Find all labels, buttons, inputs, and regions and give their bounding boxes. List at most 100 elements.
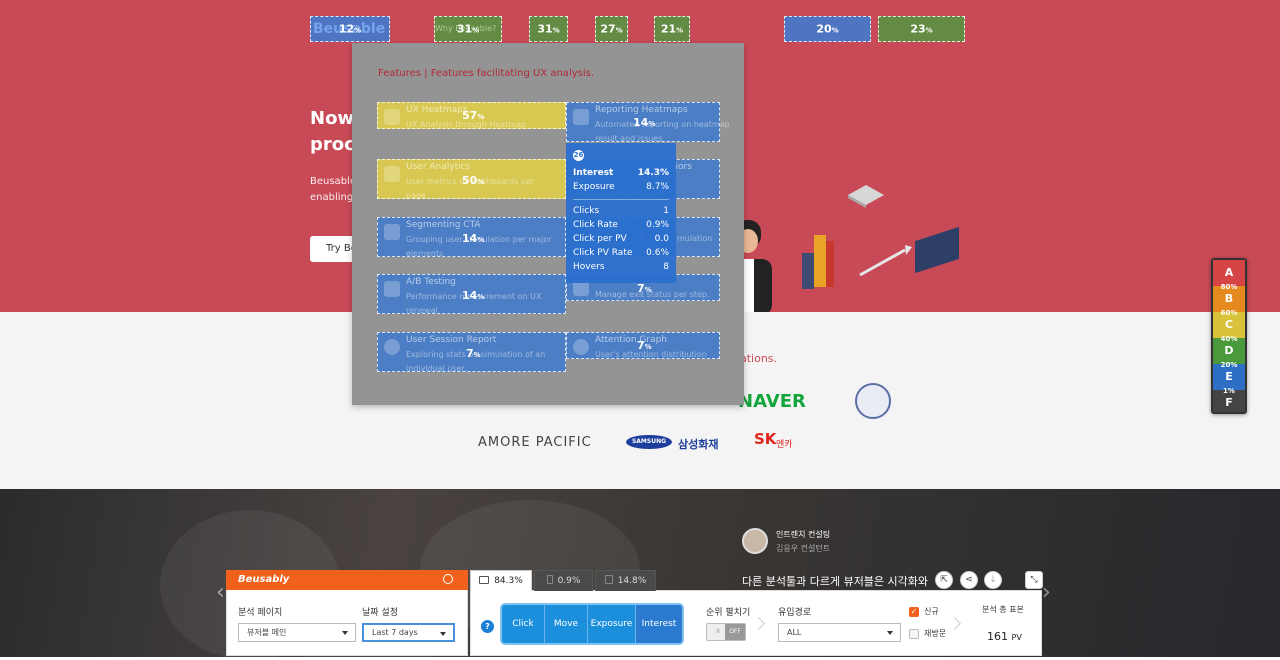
brand-logo: Beusably bbox=[238, 574, 290, 585]
hero-subtitle-line-1: Beusable bbox=[310, 176, 356, 187]
feature-name: User Analytics bbox=[406, 162, 471, 172]
grade-legend: A 80% B 60% C 40% D 20% E 1% F bbox=[1211, 258, 1247, 414]
shuffle-icon bbox=[384, 281, 400, 297]
samsung-logo: SAMSUNG bbox=[626, 435, 672, 449]
mode-exposure-button[interactable]: Exposure bbox=[588, 605, 636, 643]
tooltip-row-click-per-pv: Click per PV 0.0 bbox=[573, 234, 669, 244]
tooltip-row-interest: Interest 14.3% bbox=[573, 168, 669, 178]
nav-zone-4[interactable]: 27% bbox=[595, 16, 628, 42]
tooltip-divider bbox=[573, 199, 669, 200]
mobile-icon bbox=[546, 575, 553, 584]
feature-ab-testing[interactable]: A/B Testing Performance measurement on U… bbox=[377, 274, 566, 315]
zone-percentage: 14% bbox=[633, 116, 656, 129]
globe-icon[interactable] bbox=[443, 574, 453, 584]
feature-desc: User's attention distribution bbox=[595, 350, 707, 359]
feature-user-session-report[interactable]: User Session Report Exploring stats on s… bbox=[377, 332, 566, 373]
external-link-icon[interactable]: ⇱ bbox=[935, 571, 953, 589]
zone-percentage: 23% bbox=[910, 22, 933, 36]
help-icon[interactable]: ? bbox=[481, 620, 494, 633]
tooltip-row-clicks: Clicks 1 bbox=[573, 206, 669, 216]
grade-a: A 80% bbox=[1213, 260, 1245, 291]
tablet-icon bbox=[604, 575, 613, 584]
feature-segmenting-cta[interactable]: Segmenting CTA Grouping user stimulation… bbox=[377, 217, 566, 258]
feature-name: UX Heatmaps bbox=[406, 105, 468, 115]
tab-tablet[interactable]: 14.8% bbox=[595, 570, 656, 591]
heatmap-mode-group: Click Move Exposure Interest bbox=[502, 605, 682, 643]
page-select[interactable]: 뷰저블 메인 bbox=[238, 623, 356, 642]
feature-name: A/B Testing bbox=[406, 277, 456, 287]
page-label: 분석 페이지 bbox=[238, 608, 283, 618]
chevron-down-icon bbox=[342, 631, 348, 635]
mode-move-button[interactable]: Move bbox=[545, 605, 588, 643]
clipboard-icon bbox=[573, 109, 589, 125]
carousel-prev-icon[interactable]: ‹ bbox=[216, 580, 225, 605]
clients-heading: ations. bbox=[740, 352, 778, 365]
new-visitor-label: 신규 bbox=[924, 607, 939, 616]
zone-percentage: 31% bbox=[456, 22, 480, 36]
nav-zone-7[interactable]: 23% bbox=[878, 16, 965, 42]
nav-zone-why-beusable[interactable]: Why Beusable? 31% bbox=[434, 16, 502, 42]
zone-percentage: 14% bbox=[462, 232, 485, 245]
feature-name: Attention Graph bbox=[595, 335, 668, 345]
tab-mobile[interactable]: 0.9% bbox=[534, 570, 593, 591]
sk-logo: SK bbox=[754, 430, 777, 448]
zone-percentage: 27% bbox=[600, 22, 623, 36]
mode-click-button[interactable]: Click bbox=[502, 605, 545, 643]
return-visitor-checkbox[interactable] bbox=[909, 629, 919, 639]
rank-label: 순위 펼치기 bbox=[706, 608, 751, 618]
feature-desc: Automated reporting on heatmap result an… bbox=[595, 120, 730, 143]
zone-percentage: 57% bbox=[462, 109, 485, 122]
feature-desc: Manage exit status per step. bbox=[595, 290, 710, 299]
return-visitor-label: 재방문 bbox=[924, 629, 947, 638]
testimonial-person: 김응우 컨설턴트 bbox=[776, 544, 831, 553]
heatmap-icon bbox=[384, 109, 400, 125]
nav-zone-5[interactable]: 21% bbox=[654, 16, 690, 42]
source-select[interactable]: ALL bbox=[778, 623, 901, 642]
eye-icon bbox=[573, 339, 589, 355]
naver-logo: NAVER bbox=[738, 391, 806, 412]
sk-encar-logo: 엔카 bbox=[776, 440, 793, 450]
chevron-down-icon bbox=[887, 631, 893, 635]
feature-name: Segmenting CTA bbox=[406, 220, 481, 230]
bar-chart-icon bbox=[384, 166, 400, 182]
feature-name: User Session Report bbox=[406, 335, 497, 345]
zone-percentage: 50% bbox=[462, 174, 485, 187]
avatar bbox=[742, 528, 768, 554]
toggle-grip: II bbox=[716, 628, 720, 635]
zone-percentage: 14% bbox=[462, 289, 485, 302]
tab-pc[interactable]: 84.3% bbox=[470, 570, 532, 591]
download-icon[interactable]: ↓ bbox=[984, 571, 1002, 589]
feature-attention-graph[interactable]: Attention Graph User's attention distrib… bbox=[566, 332, 720, 359]
share-icon[interactable]: ⋖ bbox=[960, 571, 978, 589]
zone-percentage: 20% bbox=[816, 22, 839, 36]
sample-label: 분석 총 표본 bbox=[982, 605, 1024, 614]
zone-percentage: 7% bbox=[466, 347, 481, 360]
date-select[interactable]: Last 7 days bbox=[362, 623, 455, 642]
chevron-down-icon bbox=[440, 632, 446, 636]
sample-count: 161 PV bbox=[987, 630, 1022, 643]
feature-user-analytics[interactable]: User Analytics User metrics on dashboard… bbox=[377, 159, 566, 200]
element-stats-tooltip: 26 Interest 14.3% Exposure 8.7% Clicks 1 Cl… bbox=[566, 143, 676, 283]
feature-name: Reporting Heatmaps bbox=[595, 105, 688, 115]
tooltip-row-click-pv-rate: Click PV Rate 0.6% bbox=[573, 248, 669, 258]
feature-desc: mulation bbox=[677, 234, 713, 243]
feature-reporting-heatmaps[interactable]: Reporting Heatmaps Automated reporting o… bbox=[566, 102, 730, 143]
testimonial-company: 인트렌치 컨설팅 bbox=[776, 530, 831, 539]
minimize-icon[interactable]: ⤡ bbox=[1025, 571, 1043, 589]
carousel-next-icon[interactable]: › bbox=[1042, 580, 1051, 605]
nav-zone-logo[interactable]: Beusable 12% bbox=[310, 16, 390, 42]
rank-toggle[interactable]: II OFF bbox=[706, 623, 746, 641]
nav-zone-3[interactable]: 31% bbox=[529, 16, 568, 42]
tooltip-row-hovers: Hovers 8 bbox=[573, 262, 669, 272]
date-label: 날짜 설정 bbox=[362, 608, 398, 618]
nav-zone-6[interactable]: 20% bbox=[784, 16, 871, 42]
new-visitor-checkbox[interactable]: ✓ bbox=[909, 607, 919, 617]
mode-interest-button[interactable]: Interest bbox=[636, 605, 682, 643]
monitor-icon bbox=[479, 576, 490, 584]
testimonial-quote: 다른 분석툴과 다르게 뷰저블은 시각화와 bbox=[742, 575, 929, 588]
tooltip-row-exposure: Exposure 8.7% bbox=[573, 182, 669, 192]
play-icon bbox=[384, 339, 400, 355]
amorepacific-logo: AMORE PACIFIC bbox=[478, 435, 592, 450]
features-panel-title: Features | Features facilitating UX anal… bbox=[378, 68, 595, 79]
feature-ux-heatmaps[interactable]: UX Heatmaps UX Analysis through Heatmap … bbox=[377, 102, 566, 129]
